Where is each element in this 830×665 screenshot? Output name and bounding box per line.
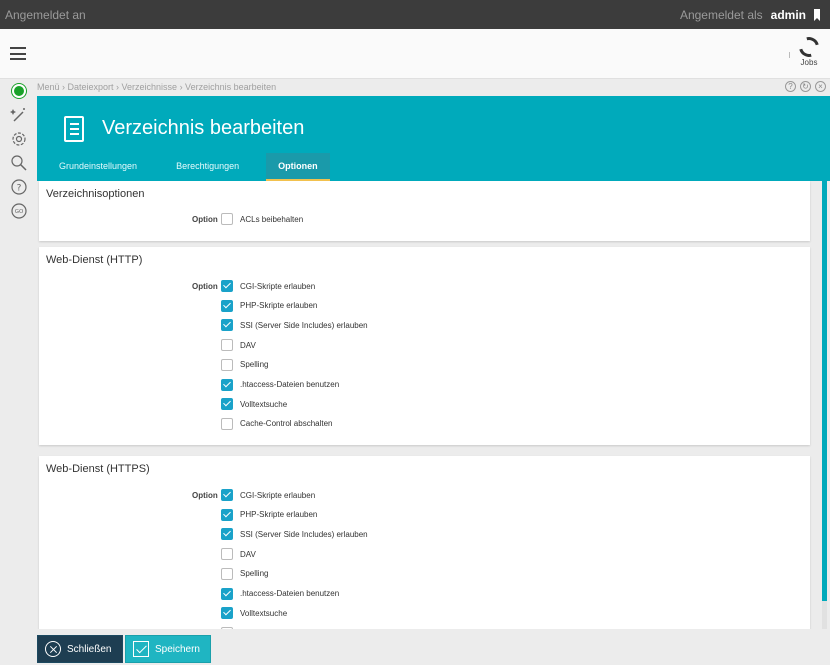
tab-grundeinstellungen[interactable]: Grundeinstellungen [47,153,149,181]
section-title: Web-Dienst (HTTP) [46,254,143,266]
checkbox-checked[interactable] [221,378,233,391]
section-title: Verzeichnisoptionen [46,188,145,200]
jobs-button[interactable]: Jobs [795,33,823,67]
checkbox-checked[interactable] [221,508,233,521]
option-text: Volltextsuche [240,399,288,409]
settings-icon[interactable] [10,130,28,148]
options-content: Verzeichnisoptionen Option ACLs beibehalte… [37,181,830,629]
checkbox-unchecked[interactable] [221,548,233,561]
option-text: .htaccess-Dateien benutzen [240,589,340,598]
page-title: Verzeichnis bearbeiten [102,117,305,139]
option-checkbox-row[interactable]: PHP-Skripte erlauben [221,508,318,521]
option-text: DAV [240,340,256,350]
options-panel: Web-Dienst (HTTPS) Option CGI-Skripte erla… [39,456,810,629]
checkbox-unchecked[interactable] [221,567,233,580]
page-header: Verzeichnis bearbeiten Grundeinstellunge… [37,96,830,181]
menu-icon[interactable] [10,47,26,60]
option-checkbox-row[interactable]: Spelling [221,358,269,371]
option-text: Cache-Control abschalten [240,419,333,429]
checkbox-checked[interactable] [221,607,233,620]
option-label: Option [192,215,218,224]
option-label: Option [192,491,218,500]
top-status-bar: Angemeldet an Angemeldet als admin [0,0,830,29]
save-button[interactable]: Speichern [125,635,211,663]
wizard-icon[interactable] [10,106,28,124]
option-checkbox-row[interactable]: CGI-Skripte erlauben [221,489,315,501]
jobs-icon [795,33,823,61]
document-icon [64,116,84,142]
option-text: PHP-Skripte erlauben [240,510,318,520]
left-nav: ? GO [0,80,37,665]
option-label: Option [192,282,218,291]
jobs-label: Jobs [800,58,818,67]
close-icon[interactable]: × [815,81,826,92]
tab-optionen[interactable]: Optionen [266,153,330,181]
checkbox-unchecked[interactable] [221,213,233,225]
checkbox-unchecked[interactable] [221,358,233,371]
options-panel: Web-Dienst (HTTP) Option CGI-Skripte erlau… [39,247,810,445]
option-checkbox-row[interactable]: DAV [221,548,256,561]
option-text: Volltextsuche [240,608,288,618]
svg-text:GO: GO [15,209,24,215]
help-icon[interactable]: ? [785,81,796,92]
close-button[interactable]: Schließen [37,635,123,663]
option-text: Spelling [240,569,269,579]
page-tools: ? ↻ × [785,81,826,92]
user-name[interactable]: admin [771,8,806,22]
option-checkbox-row[interactable]: SSI (Server Side Includes) erlauben [221,528,368,541]
status-icon[interactable] [12,84,26,98]
go-icon[interactable]: GO [10,202,28,220]
help-icon[interactable]: ? [10,178,28,196]
tab-berechtigungen[interactable]: Berechtigungen [164,153,251,181]
option-checkbox-row[interactable]: Volltextsuche [221,607,288,620]
logged-in-as-label: Angemeldet als [679,8,763,22]
breadcrumb: Menü › Dateiexport › Verzeichnisse › Ver… [37,82,277,92]
tab-bar: Grundeinstellungen Berechtigungen Option… [47,153,345,181]
option-checkbox-row[interactable]: .htaccess-Dateien benutzen [221,378,340,391]
checkbox-checked[interactable] [221,280,233,292]
section-title: Web-Dienst (HTTPS) [46,463,150,475]
option-text: ACLs beibehalten [240,214,304,224]
divider [789,52,790,58]
refresh-icon[interactable]: ↻ [800,81,811,92]
checkbox-unchecked[interactable] [221,339,233,352]
save-button-label: Speichern [154,643,200,655]
option-checkbox-row[interactable]: Cache-Control abschalten [221,417,333,430]
option-text: SSI (Server Side Includes) erlauben [240,529,368,539]
close-circle-icon [45,641,61,657]
option-checkbox-row[interactable]: DAV [221,339,256,352]
search-icon[interactable] [10,154,28,172]
option-checkbox-row[interactable]: ACLs beibehalten [221,213,303,225]
option-checkbox-row[interactable]: Spelling [221,567,269,580]
checkbox-unchecked[interactable] [221,417,233,430]
option-checkbox-row[interactable]: SSI (Server Side Includes) erlauben [221,319,368,332]
logged-in-at: Angemeldet an [5,8,86,22]
option-text: .htaccess-Dateien benutzen [240,380,340,389]
option-text: SSI (Server Side Includes) erlauben [240,320,368,330]
close-button-label: Schließen [67,643,112,655]
option-checkbox-row[interactable]: CGI-Skripte erlauben [221,280,315,292]
options-panel: Verzeichnisoptionen Option ACLs beibehalte… [39,181,810,241]
option-checkbox-row[interactable]: PHP-Skripte erlauben [221,299,318,312]
checkbox-checked[interactable] [221,528,233,541]
checkbox-checked[interactable] [221,319,233,332]
checkbox-checked[interactable] [221,587,233,600]
option-text: DAV [240,549,256,559]
scrollbar-thumb[interactable] [822,181,827,601]
option-checkbox-row[interactable]: .htaccess-Dateien benutzen [221,587,340,600]
app-bar: Jobs [0,29,830,79]
checkbox-checked[interactable] [221,299,233,312]
option-text: PHP-Skripte erlauben [240,301,318,311]
save-check-icon [133,641,149,657]
checkbox-checked[interactable] [221,489,233,501]
bookmark-icon[interactable] [814,9,820,21]
option-text: Spelling [240,360,269,370]
option-checkbox-row[interactable]: Volltextsuche [221,398,288,411]
checkbox-checked[interactable] [221,398,233,411]
svg-text:?: ? [17,184,22,194]
option-text: CGI-Skripte erlauben [240,281,316,291]
option-text: CGI-Skripte erlauben [240,490,316,500]
footer-bar: Schließen Speichern [0,629,830,665]
